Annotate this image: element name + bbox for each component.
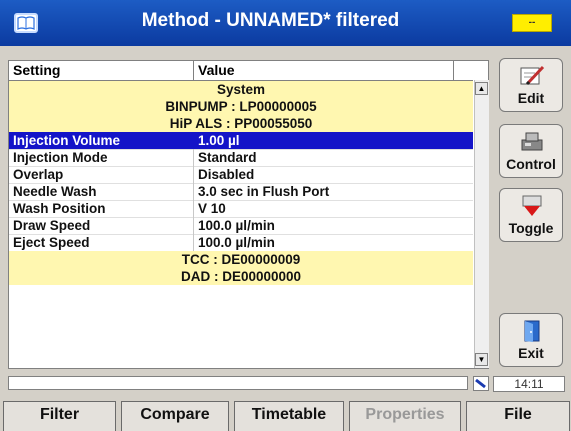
- group-row-system[interactable]: System: [9, 81, 473, 98]
- scroll-up-icon[interactable]: ▲: [475, 82, 488, 95]
- title-bar: Method - UNNAMED* filtered --: [0, 0, 571, 46]
- edit-button[interactable]: Edit: [499, 58, 563, 112]
- setting-value: 100.0 µl/min: [198, 235, 275, 250]
- table-row[interactable]: Overlap Disabled: [9, 166, 473, 184]
- group-row-binpump[interactable]: BINPUMP : LP00000005: [9, 98, 473, 115]
- setting-name: Draw Speed: [13, 218, 91, 233]
- exit-button[interactable]: Exit: [499, 313, 563, 367]
- edit-icon: [520, 65, 545, 86]
- method-settings-table: Setting Value System BINPUMP : LP0000000…: [8, 60, 489, 369]
- status-message-bar: [8, 376, 468, 390]
- setting-name: Overlap: [13, 167, 64, 182]
- setting-name: Injection Mode: [13, 150, 108, 165]
- scroll-down-icon[interactable]: ▼: [475, 353, 488, 366]
- table-header: Setting Value: [9, 61, 473, 81]
- table-row[interactable]: Eject Speed 100.0 µl/min: [9, 234, 473, 252]
- table-row[interactable]: Injection Mode Standard: [9, 149, 473, 167]
- setting-name: Wash Position: [13, 201, 106, 216]
- tab-compare[interactable]: Compare: [121, 401, 229, 431]
- table-row[interactable]: Draw Speed 100.0 µl/min: [9, 217, 473, 235]
- setting-name: Eject Speed: [13, 235, 90, 250]
- control-button-label: Control: [506, 156, 556, 172]
- column-header-value: Value: [198, 62, 235, 78]
- setting-value: Standard: [198, 150, 257, 165]
- setting-value: V 10: [198, 201, 226, 216]
- status-indicator[interactable]: --: [512, 14, 552, 32]
- setting-name: Needle Wash: [13, 184, 97, 199]
- group-row-dad[interactable]: DAD : DE00000000: [9, 268, 473, 285]
- toggle-button[interactable]: Toggle: [499, 188, 563, 242]
- control-icon: [521, 132, 543, 151]
- vertical-scrollbar[interactable]: ▲ ▼: [474, 80, 489, 368]
- setting-value: Disabled: [198, 167, 255, 182]
- tab-file[interactable]: File: [466, 401, 570, 431]
- column-header-setting: Setting: [13, 62, 61, 78]
- table-row[interactable]: Wash Position V 10: [9, 200, 473, 218]
- network-status-icon[interactable]: [473, 376, 489, 391]
- setting-value: 100.0 µl/min: [198, 218, 275, 233]
- toggle-button-label: Toggle: [508, 220, 554, 236]
- tab-timetable[interactable]: Timetable: [234, 401, 344, 431]
- control-button[interactable]: Control: [499, 124, 563, 178]
- toggle-icon: [522, 195, 542, 216]
- table-row[interactable]: Needle Wash 3.0 sec in Flush Port: [9, 183, 473, 201]
- tab-filter[interactable]: Filter: [3, 401, 116, 431]
- table-row[interactable]: Injection Volume 1.00 µl: [9, 132, 473, 150]
- edit-button-label: Edit: [517, 90, 545, 106]
- clock: 14:11: [493, 376, 565, 392]
- setting-value: 1.00 µl: [198, 133, 240, 148]
- book-icon[interactable]: [14, 13, 38, 33]
- group-row-hip-als[interactable]: HiP ALS : PP00055050: [9, 115, 473, 132]
- setting-value: 3.0 sec in Flush Port: [198, 184, 330, 199]
- tab-properties: Properties: [349, 401, 461, 431]
- setting-name: Injection Volume: [13, 133, 121, 148]
- window-title: Method - UNNAMED* filtered: [141, 10, 400, 31]
- group-row-tcc[interactable]: TCC : DE00000009: [9, 251, 473, 268]
- exit-door-icon: [524, 320, 540, 342]
- exit-button-label: Exit: [518, 345, 544, 361]
